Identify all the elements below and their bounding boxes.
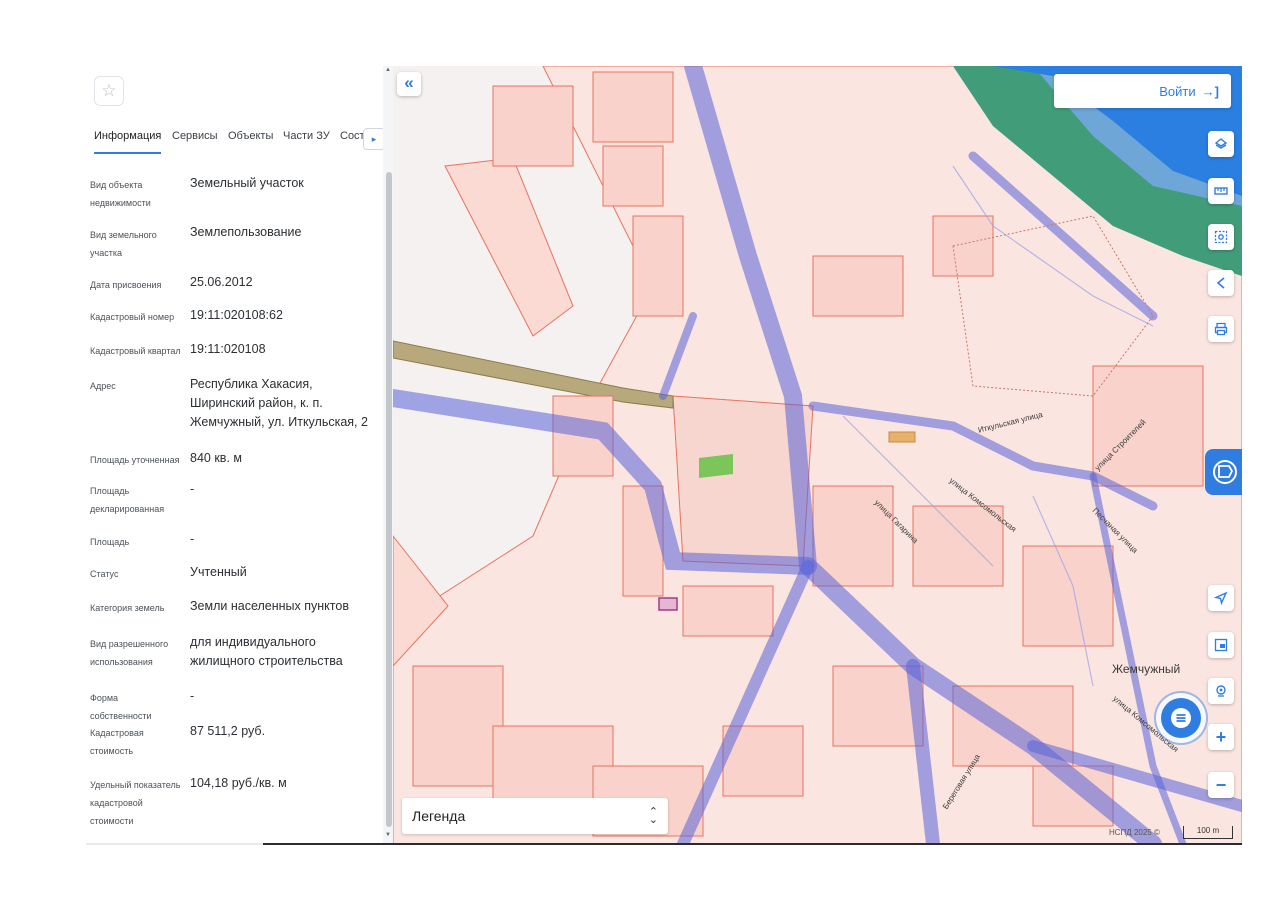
share-button[interactable] xyxy=(1208,270,1234,296)
attr-label: Площадь декларированная xyxy=(90,486,165,514)
attr-label: Вид объекта недвижимости xyxy=(90,180,151,208)
login-label: Войти xyxy=(1159,83,1196,99)
tab-info[interactable]: Информация xyxy=(94,128,162,154)
layers-button[interactable] xyxy=(1208,131,1234,157)
attr-value: - xyxy=(190,482,195,496)
panel-tabs: Информация Сервисы Объекты Части ЗУ Сост… xyxy=(86,128,386,154)
map-attribution: НСПД 2025 © xyxy=(1109,828,1160,837)
attr-value: Республика Хакасия, Ширинский район, к. … xyxy=(190,377,368,429)
attr-value: 840 кв. м xyxy=(190,451,242,465)
attr-label: Кадастровый квартал xyxy=(90,346,181,356)
attr-label: Удельный показатель кадастровой стоимост… xyxy=(90,780,181,826)
menu-icon xyxy=(1171,708,1191,728)
cadastral-quarter[interactable]: 19:11:020108 xyxy=(190,340,376,359)
ruler-button[interactable] xyxy=(1208,178,1234,204)
attr-value: - xyxy=(190,689,195,703)
attr-value: Учтенный xyxy=(190,565,247,579)
attr-label: Кадастровый номер xyxy=(90,312,175,322)
tabs-next-chevron-icon[interactable]: ▸ xyxy=(363,128,385,150)
print-button[interactable] xyxy=(1208,316,1234,342)
divider xyxy=(86,843,263,845)
attr-label: Адрес xyxy=(90,381,116,391)
scroll-up-icon[interactable]: ▲ xyxy=(385,67,391,73)
app-logo-tab[interactable] xyxy=(1205,449,1242,495)
attr-value: для индивидуального жилищного строительс… xyxy=(190,635,343,668)
map-canvas[interactable]: Иткульская улица улица Строителей улица … xyxy=(393,66,1242,844)
attr-value: 104,18 руб./кв. м xyxy=(190,776,287,790)
attr-value: - xyxy=(190,532,195,546)
search-location-icon xyxy=(1216,685,1226,697)
select-area-button[interactable] xyxy=(1208,224,1234,250)
menu-fab-button[interactable] xyxy=(1161,698,1201,738)
attr-value: Земли населенных пунктов xyxy=(190,599,349,613)
layers-icon xyxy=(1214,138,1228,149)
attr-value: 25.06.2012 xyxy=(190,275,253,289)
ruler-icon xyxy=(1214,187,1228,195)
attr-value: Землепользование xyxy=(190,225,302,239)
cadastral-number[interactable]: 19:11:020108:62 xyxy=(190,306,376,325)
info-panel: ☆ Информация Сервисы Объекты Части ЗУ Со… xyxy=(86,66,393,844)
print-icon xyxy=(1214,322,1228,336)
tab-parts[interactable]: Части ЗУ xyxy=(283,128,330,152)
attr-value: 87 511,2 руб. xyxy=(190,724,266,738)
legend-dropdown[interactable]: Легенда ⌃ ⌄ xyxy=(402,798,668,834)
attr-value: Земельный участок xyxy=(190,176,304,190)
login-icon: →] xyxy=(1201,83,1219,99)
attr-label: Форма собственности xyxy=(90,693,152,721)
zoom-out-button[interactable]: − xyxy=(1208,772,1234,798)
collapse-panel-button[interactable]: « xyxy=(397,72,421,96)
panel-scrollbar-thumb[interactable] xyxy=(386,172,392,827)
zoom-out-icon: − xyxy=(1215,774,1227,795)
geolocation-icon xyxy=(1214,591,1228,605)
search-location-button[interactable] xyxy=(1208,678,1234,704)
square-select-button[interactable] xyxy=(1208,632,1234,658)
square-select-icon xyxy=(1214,638,1228,652)
login-button[interactable]: Войти →] xyxy=(1054,74,1231,108)
attr-label: Статус xyxy=(90,569,119,579)
tab-objects[interactable]: Объекты xyxy=(228,128,273,152)
attr-label: Вид земельного участка xyxy=(90,230,157,258)
zoom-in-icon: + xyxy=(1215,726,1227,747)
chevron-up-down-icon: ⌃ ⌄ xyxy=(648,806,658,826)
app-logo-icon xyxy=(1213,460,1237,484)
attr-label: Площадь xyxy=(90,537,130,547)
attr-label: Категория земель xyxy=(90,603,165,613)
legend-label: Легенда xyxy=(412,808,466,824)
scale-bar: 100 m xyxy=(1183,826,1233,839)
geolocation-button[interactable] xyxy=(1208,585,1234,611)
select-area-icon xyxy=(1214,230,1228,244)
attr-label: Вид разрешенного использования xyxy=(90,639,169,667)
attr-label: Кадастровая стоимость xyxy=(90,728,144,756)
place-label: Жемчужный xyxy=(1112,662,1181,676)
zoom-in-button[interactable]: + xyxy=(1208,724,1234,750)
tab-services[interactable]: Сервисы xyxy=(172,128,218,152)
share-icon xyxy=(1216,277,1225,289)
attr-label: Дата присвоения xyxy=(90,280,162,290)
attr-label: Площадь уточненная xyxy=(90,455,180,465)
favorite-star-icon[interactable]: ☆ xyxy=(94,76,124,106)
scroll-down-icon[interactable]: ▼ xyxy=(385,832,391,838)
